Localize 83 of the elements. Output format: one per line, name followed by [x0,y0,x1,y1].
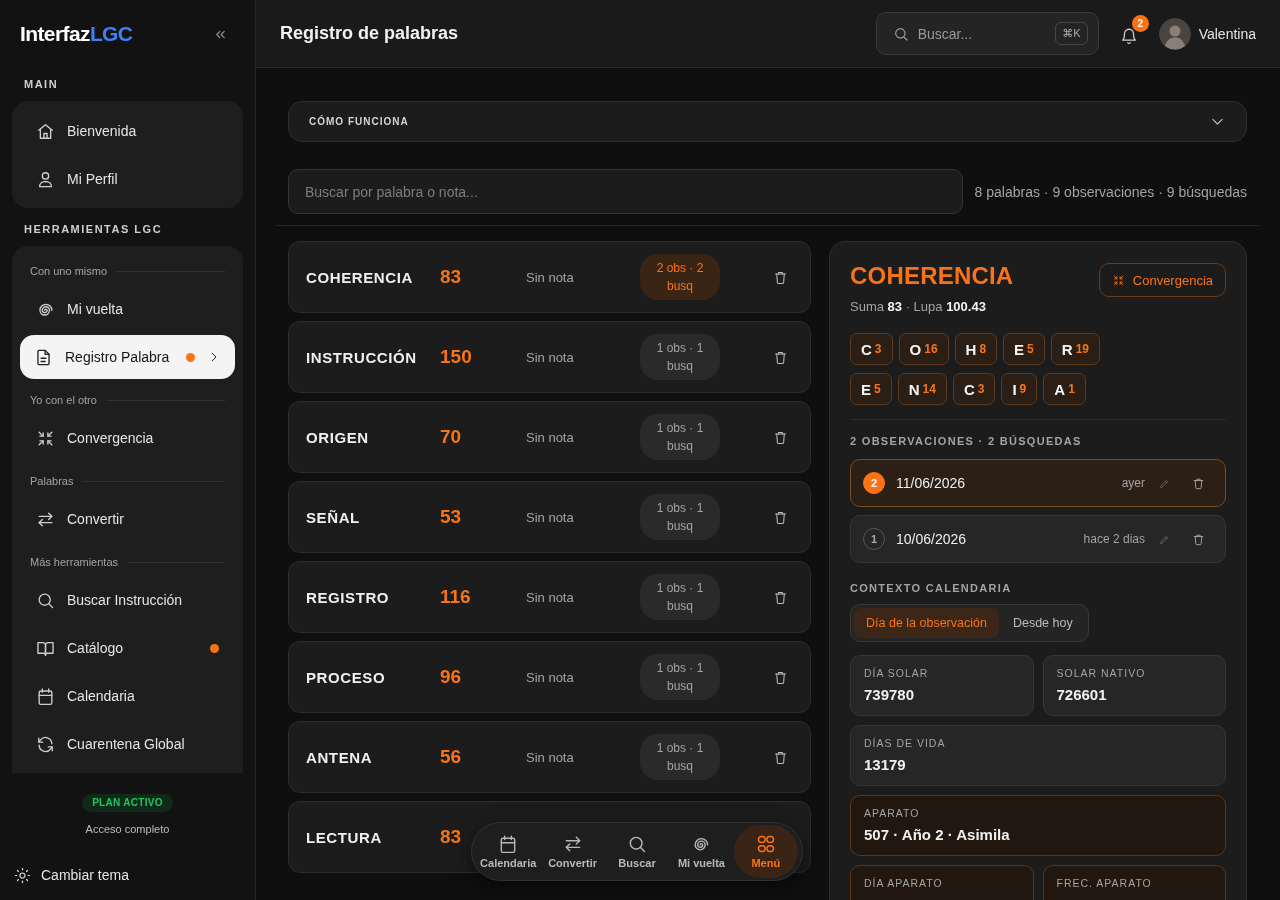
notification-badge: 2 [1131,15,1149,32]
stat-label: DÍA APARATO [864,877,944,890]
letter-value: 19 [1075,342,1089,356]
stats-text: 8 palabras · 9 observaciones · 9 búsquedas [974,183,1247,200]
count-pill: 1 obs · 1 busq [640,494,720,540]
section-title: HERRAMIENTAS LGC [23,222,164,236]
word-note: Sin nota [526,749,575,765]
letter: E [1014,340,1025,358]
letter: O [909,340,922,358]
section-title: MAIN [23,77,60,91]
word-value: 56 [440,746,462,768]
count-pill: 2 obs · 2 busq [640,254,720,300]
letter: N [908,380,920,398]
stat-value: 726601 [1056,686,1108,704]
word-value: 83 [440,266,462,288]
observation-time: hace 2 dias [1083,532,1145,546]
word: COHERENCIA [306,268,414,286]
letter-value: 16 [924,342,938,356]
word-value: 116 [440,586,471,608]
word-note: Sin nota [526,429,575,445]
summary-text: Suma 83 · Lupa 100.43 [850,299,987,315]
letter: C [963,380,975,398]
word-value: 96 [440,666,462,688]
word-value: 150 [440,346,472,368]
letter-value: 14 [922,382,936,396]
count-pill: 1 obs · 1 busq [640,334,720,380]
letter: H [965,340,977,358]
word-note: Sin nota [526,509,575,525]
plan-badge: PLAN ACTIVO [82,794,173,812]
word: PROCESO [306,668,387,686]
word: ANTENA [306,748,374,766]
group-heading: Palabras [30,474,74,488]
section-heading: CONTEXTO CALENDARIA [850,581,1013,595]
word: INSTRUCCIÓN [306,348,418,366]
word-value: 53 [440,506,462,528]
detail-title: COHERENCIA [850,262,1014,290]
stat-label: SOLAR NATIVO [1056,667,1147,680]
observation-number: 2 [863,472,885,494]
stat-label: FREC. APARATO [1056,877,1153,890]
letter: E [861,380,871,398]
observation-date: 10/06/2026 [896,531,967,547]
letter-value: 5 [874,382,881,396]
group-heading: Más herramientas [30,555,119,569]
group-heading: Yo con el otro [30,393,97,407]
word-value: 70 [440,426,462,448]
logo: InterfazLGC [20,22,133,46]
page-title: Registro de palabras [280,23,460,44]
plan-text: Acceso completo [85,822,170,836]
stat-value: 507 · Año 2 · Asimila [864,826,1011,844]
word-note: Sin nota [526,269,575,285]
word: SEÑAL [306,508,361,526]
count-pill: 1 obs · 1 busq [640,734,720,780]
word-note: Sin nota [526,669,575,685]
word: ORIGEN [306,428,370,446]
letter: A [1054,380,1066,398]
letter: I [1012,380,1017,398]
letter: C [861,340,872,358]
group-heading: Con uno mismo [30,264,108,278]
word: REGISTRO [306,588,391,606]
letter-value: 3 [874,342,882,356]
letter-value: 5 [1027,342,1034,356]
stat-value: 13179 [864,756,907,774]
user-name: Valentina [1198,25,1256,42]
observation-date: 11/06/2026 [896,475,966,491]
stat-value: 739780 [864,686,916,704]
section-heading: 2 OBSERVACIONES · 2 BÚSQUEDAS [850,434,1083,448]
stat-label: DÍAS DE VIDA [864,737,947,750]
word: LECTURA [306,828,383,846]
stat-label: DÍA SOLAR [864,667,930,680]
count-pill: 1 obs · 1 busq [640,654,720,700]
word-value: 83 [440,826,462,848]
observation-time: ayer [1121,476,1145,490]
letter-value: 8 [979,342,987,356]
letter-value: 3 [977,382,985,396]
letter: R [1061,340,1073,358]
count-pill: 1 obs · 1 busq [640,574,720,620]
count-pill: 1 obs · 1 busq [640,414,720,460]
word-note: Sin nota [526,349,575,365]
letter-value: 1 [1068,382,1075,396]
shortcut-key: ⌘K [1055,22,1088,45]
letter-value: 9 [1019,382,1027,396]
stat-label: APARATO [864,807,921,820]
word-note: Sin nota [526,589,575,605]
